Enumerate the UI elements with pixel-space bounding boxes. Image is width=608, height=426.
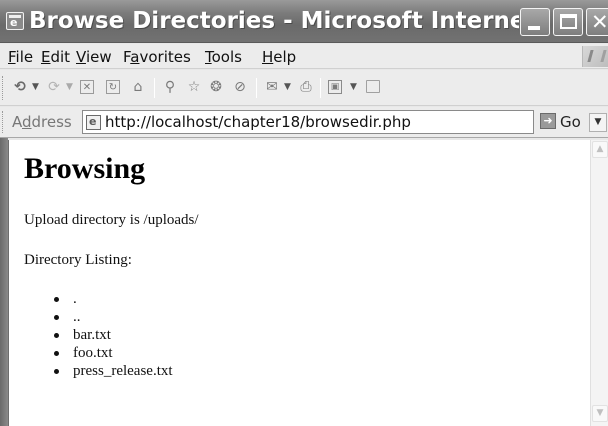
minimize-icon <box>528 26 540 30</box>
menu-edit-label: dit <box>50 48 71 66</box>
menu-tools-label: ools <box>211 48 242 66</box>
menu-favorites-label: vorites <box>139 48 191 66</box>
menu-view-label: iew <box>85 48 112 66</box>
edit-icon[interactable]: ▣ <box>328 80 342 94</box>
address-label: Address <box>12 113 72 131</box>
scroll-up-icon[interactable]: ▲ <box>592 141 608 158</box>
vertical-scrollbar[interactable]: ▲ ▼ <box>590 140 608 426</box>
forward-icon[interactable]: ⟳ <box>46 79 62 95</box>
history-icon[interactable]: ⊘ <box>232 79 248 95</box>
close-icon: ✕ <box>591 10 608 34</box>
discuss-icon[interactable] <box>366 80 380 93</box>
toolbar-separator <box>154 78 155 98</box>
directory-list: . .. bar.txt foo.txt press_release.txt <box>43 290 173 380</box>
menu-file[interactable]: File <box>8 48 33 66</box>
search-icon[interactable]: ⚲ <box>162 79 178 95</box>
toolbar-grip[interactable] <box>2 76 5 100</box>
menu-tools[interactable]: Tools <box>205 48 242 66</box>
page-viewport[interactable]: Browsing Upload directory is /uploads/ D… <box>8 140 590 426</box>
page-heading: Browsing <box>24 152 146 185</box>
back-dropdown-icon[interactable]: ▼ <box>32 79 39 95</box>
address-label-accel: d <box>22 113 32 131</box>
address-label-rest: dress <box>31 113 72 131</box>
go-arrow-icon: ➜ <box>540 113 556 129</box>
maximize-button[interactable] <box>553 8 583 36</box>
list-item: press_release.txt <box>43 362 173 380</box>
menu-bar: File Edit View Favorites Tools Help <box>0 44 608 69</box>
list-item: .. <box>43 308 173 326</box>
go-button[interactable]: ➜ Go <box>540 112 608 132</box>
print-icon[interactable]: ⎙ <box>298 79 314 95</box>
scroll-down-icon[interactable]: ▼ <box>592 405 608 422</box>
window-title: Browse Directories - Microsoft Internet … <box>29 8 519 34</box>
mail-dropdown-icon[interactable]: ▼ <box>284 79 291 95</box>
address-bar-grip[interactable] <box>2 111 5 133</box>
menu-view-accel: V <box>76 48 86 66</box>
menu-tools-accel: T <box>205 48 212 66</box>
windows-logo-icon <box>582 46 608 67</box>
edit-dropdown-icon[interactable]: ▼ <box>350 79 357 95</box>
browser-window: Browse Directories - Microsoft Internet … <box>0 0 608 426</box>
page-icon <box>86 115 101 130</box>
forward-dropdown-icon[interactable]: ▼ <box>66 79 73 95</box>
menu-view[interactable]: View <box>76 48 112 66</box>
stop-icon[interactable]: ✕ <box>80 80 94 94</box>
home-icon[interactable]: ⌂ <box>130 79 146 95</box>
list-item: foo.txt <box>43 344 173 362</box>
title-bar[interactable]: Browse Directories - Microsoft Internet … <box>0 0 608 43</box>
refresh-icon[interactable]: ↻ <box>106 80 120 94</box>
media-icon[interactable]: ❂ <box>208 79 224 95</box>
window-frame-left <box>0 138 8 426</box>
toolbar-separator <box>320 78 321 98</box>
upload-directory-text: Upload directory is /uploads/ <box>24 212 199 228</box>
mail-icon[interactable]: ✉ <box>264 79 280 95</box>
list-item: . <box>43 290 173 308</box>
menu-help-label: elp <box>273 48 297 66</box>
toolbar-separator <box>256 78 257 98</box>
menu-favorites[interactable]: Favorites <box>123 48 191 66</box>
list-item: bar.txt <box>43 326 173 344</box>
minimize-button[interactable] <box>520 8 550 36</box>
address-label-prefix: A <box>12 113 22 131</box>
menu-file-accel: F <box>8 48 16 66</box>
internet-explorer-icon[interactable] <box>6 12 24 30</box>
standard-toolbar: ⟲ ▼ ⟳ ▼ ✕ ↻ ⌂ ⚲ ☆ ❂ ⊘ ✉ ▼ ⎙ ▣ ▼ <box>0 70 608 106</box>
address-bar: Address http://localhost/chapter18/brows… <box>0 107 608 138</box>
address-url[interactable]: http://localhost/chapter18/browsedir.php <box>105 114 411 131</box>
go-label: Go <box>560 113 581 131</box>
maximize-icon <box>560 14 577 29</box>
directory-listing-label: Directory Listing: <box>24 252 132 268</box>
menu-help-accel: H <box>262 48 274 66</box>
menu-help[interactable]: Help <box>262 48 296 66</box>
back-icon[interactable]: ⟲ <box>12 79 28 95</box>
menu-edit[interactable]: Edit <box>41 48 70 66</box>
favorites-icon[interactable]: ☆ <box>186 79 202 95</box>
address-input[interactable]: http://localhost/chapter18/browsedir.php… <box>82 110 607 134</box>
close-button[interactable]: ✕ <box>586 8 608 36</box>
menu-file-label: ile <box>15 48 34 66</box>
